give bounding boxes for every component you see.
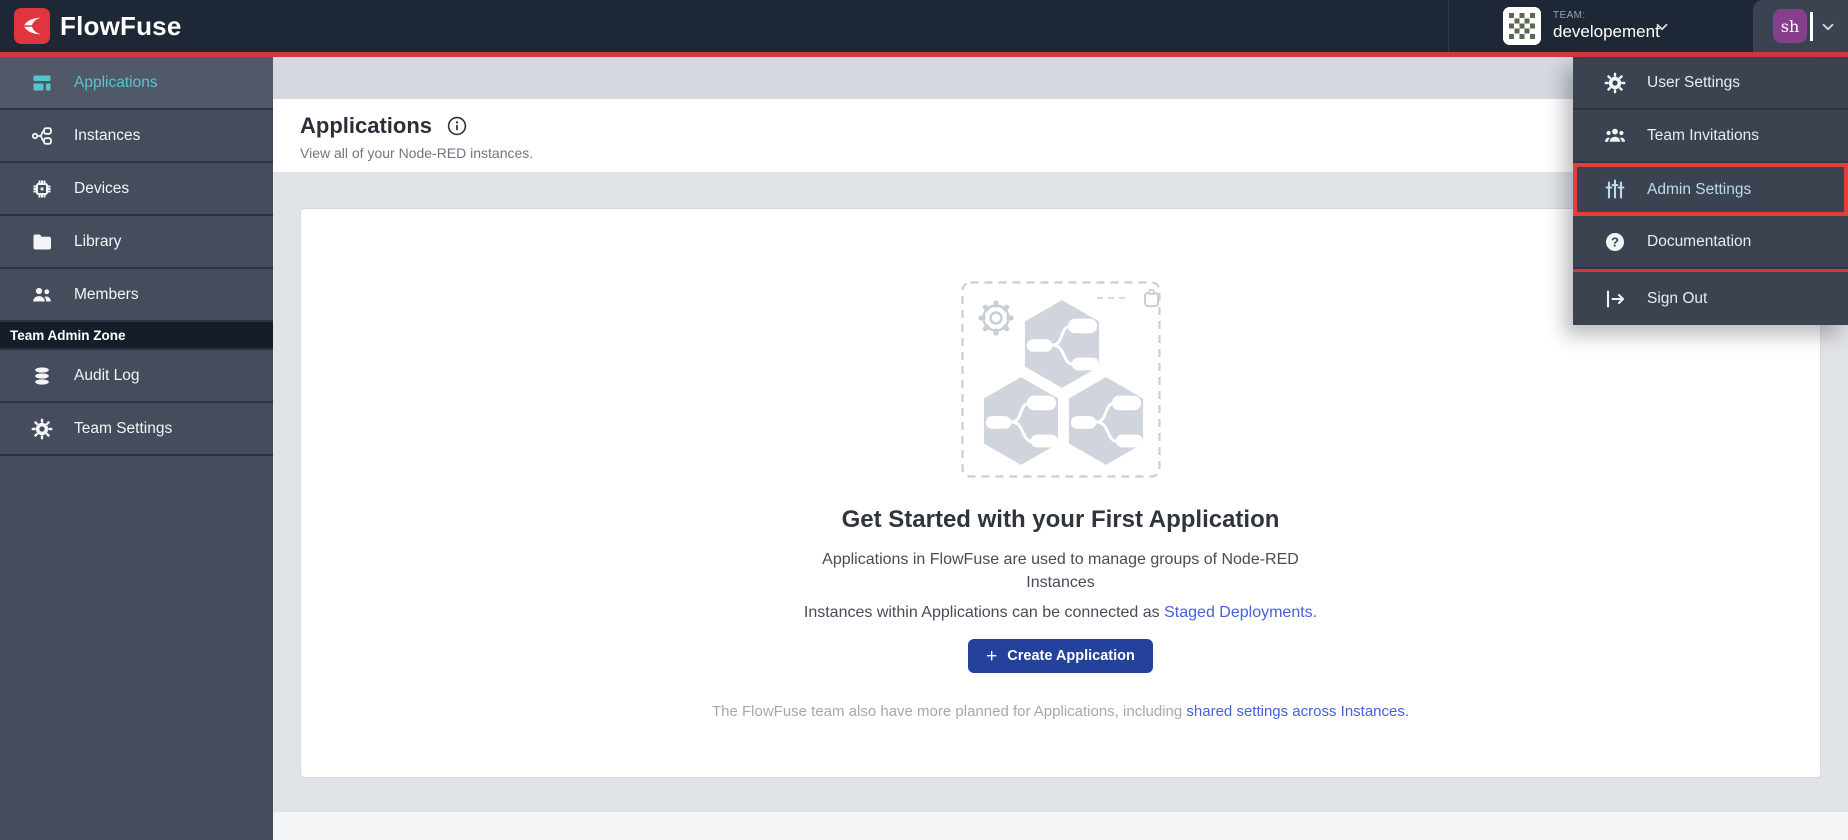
logout-icon [1603, 287, 1627, 311]
sidebar-item-instances[interactable]: Instances [0, 110, 273, 163]
sidebar-item-devices[interactable]: Devices [0, 163, 273, 216]
menu-item-label: Documentation [1647, 233, 1751, 251]
menu-item-label: Sign Out [1647, 290, 1707, 308]
team-selector[interactable]: TEAM: developement [1448, 0, 1753, 52]
sliders-icon [1603, 178, 1627, 202]
sidebar-item-applications[interactable]: Applications [0, 57, 273, 110]
flowfuse-logo-icon [14, 8, 50, 44]
team-label: TEAM: [1553, 10, 1660, 22]
question-circle-icon: ? [1603, 230, 1627, 254]
menu-item-label: User Settings [1647, 74, 1740, 92]
empty-state-body: Applications in FlowFuse are used to man… [822, 548, 1299, 594]
info-icon[interactable] [446, 115, 468, 137]
body-line-2: Instances [1026, 574, 1094, 591]
team-avatar [1503, 7, 1541, 45]
sidebar-item-team-settings[interactable]: Team Settings [0, 403, 273, 456]
small-box-icon [1145, 290, 1158, 306]
menu-item-documentation[interactable]: ? Documentation [1573, 216, 1848, 269]
sidebar-item-library[interactable]: Library [0, 216, 273, 269]
footer-prefix: The FlowFuse team also have more planned… [712, 703, 1186, 720]
sidebar-item-label: Devices [74, 180, 129, 198]
gear-icon [1603, 71, 1627, 95]
sidebar: Applications Instances Devices Library [0, 57, 273, 840]
sidebar-item-label: Members [74, 286, 139, 304]
text-cursor-bar [1810, 12, 1813, 41]
flow-hexagon [1024, 300, 1098, 388]
top-navbar: FlowFuse TEAM: developement sh [0, 0, 1848, 52]
sidebar-item-audit-log[interactable]: Audit Log [0, 350, 273, 403]
gear-icon [30, 417, 54, 441]
menu-item-user-settings[interactable]: User Settings [1573, 57, 1848, 110]
create-application-label: Create Application [1007, 648, 1135, 664]
empty-state-footer: The FlowFuse team also have more planned… [712, 703, 1409, 720]
instances-icon [30, 124, 54, 148]
menu-item-sign-out[interactable]: Sign Out [1573, 272, 1848, 325]
user-dropdown-menu: User Settings Team Invitations Admin Set… [1573, 57, 1848, 325]
users-icon [30, 283, 54, 307]
flow-hexagon [983, 377, 1057, 465]
page-title: Applications [300, 113, 432, 139]
device-chip-icon [30, 177, 54, 201]
sidebar-item-label: Instances [74, 127, 140, 145]
menu-item-admin-settings[interactable]: Admin Settings [1573, 163, 1848, 216]
create-application-button[interactable]: + Create Application [968, 639, 1153, 673]
shared-settings-link[interactable]: shared settings across Instances. [1186, 703, 1409, 720]
red-rule [0, 52, 1848, 57]
gear-outline-icon [978, 301, 1013, 336]
empty-state-heading: Get Started with your First Application [842, 506, 1280, 534]
menu-item-team-invitations[interactable]: Team Invitations [1573, 110, 1848, 163]
sidebar-item-label: Audit Log [74, 367, 140, 385]
user-group-icon [1603, 124, 1627, 148]
sidebar-item-label: Library [74, 233, 121, 251]
user-menu-button[interactable]: sh [1753, 0, 1848, 52]
empty-state-connect-line: Instances within Applications can be con… [804, 604, 1317, 622]
applications-icon [30, 71, 54, 95]
empty-state-illustration [961, 281, 1161, 478]
chevron-down-icon [1819, 18, 1837, 41]
staged-deployments-link[interactable]: Staged Deployments. [1164, 604, 1317, 621]
connect-prefix: Instances within Applications can be con… [804, 604, 1164, 621]
team-admin-zone-header: Team Admin Zone [0, 322, 273, 350]
flow-hexagon [1068, 377, 1142, 465]
plus-icon: + [986, 647, 997, 666]
database-icon [30, 364, 54, 388]
sidebar-item-members[interactable]: Members [0, 269, 273, 322]
menu-item-label: Team Invitations [1647, 127, 1759, 145]
menu-item-label: Admin Settings [1647, 181, 1751, 199]
sidebar-item-label: Team Settings [74, 420, 172, 438]
chevron-down-icon [1653, 18, 1671, 41]
user-avatar: sh [1773, 9, 1807, 43]
brand-name: FlowFuse [60, 11, 182, 42]
team-name: developement [1553, 22, 1660, 42]
brand[interactable]: FlowFuse [14, 8, 182, 44]
folder-icon [30, 230, 54, 254]
page-bottom-strip [273, 812, 1848, 840]
svg-text:?: ? [1611, 234, 1619, 249]
body-line-1: Applications in FlowFuse are used to man… [822, 551, 1299, 568]
sidebar-item-label: Applications [74, 74, 158, 92]
